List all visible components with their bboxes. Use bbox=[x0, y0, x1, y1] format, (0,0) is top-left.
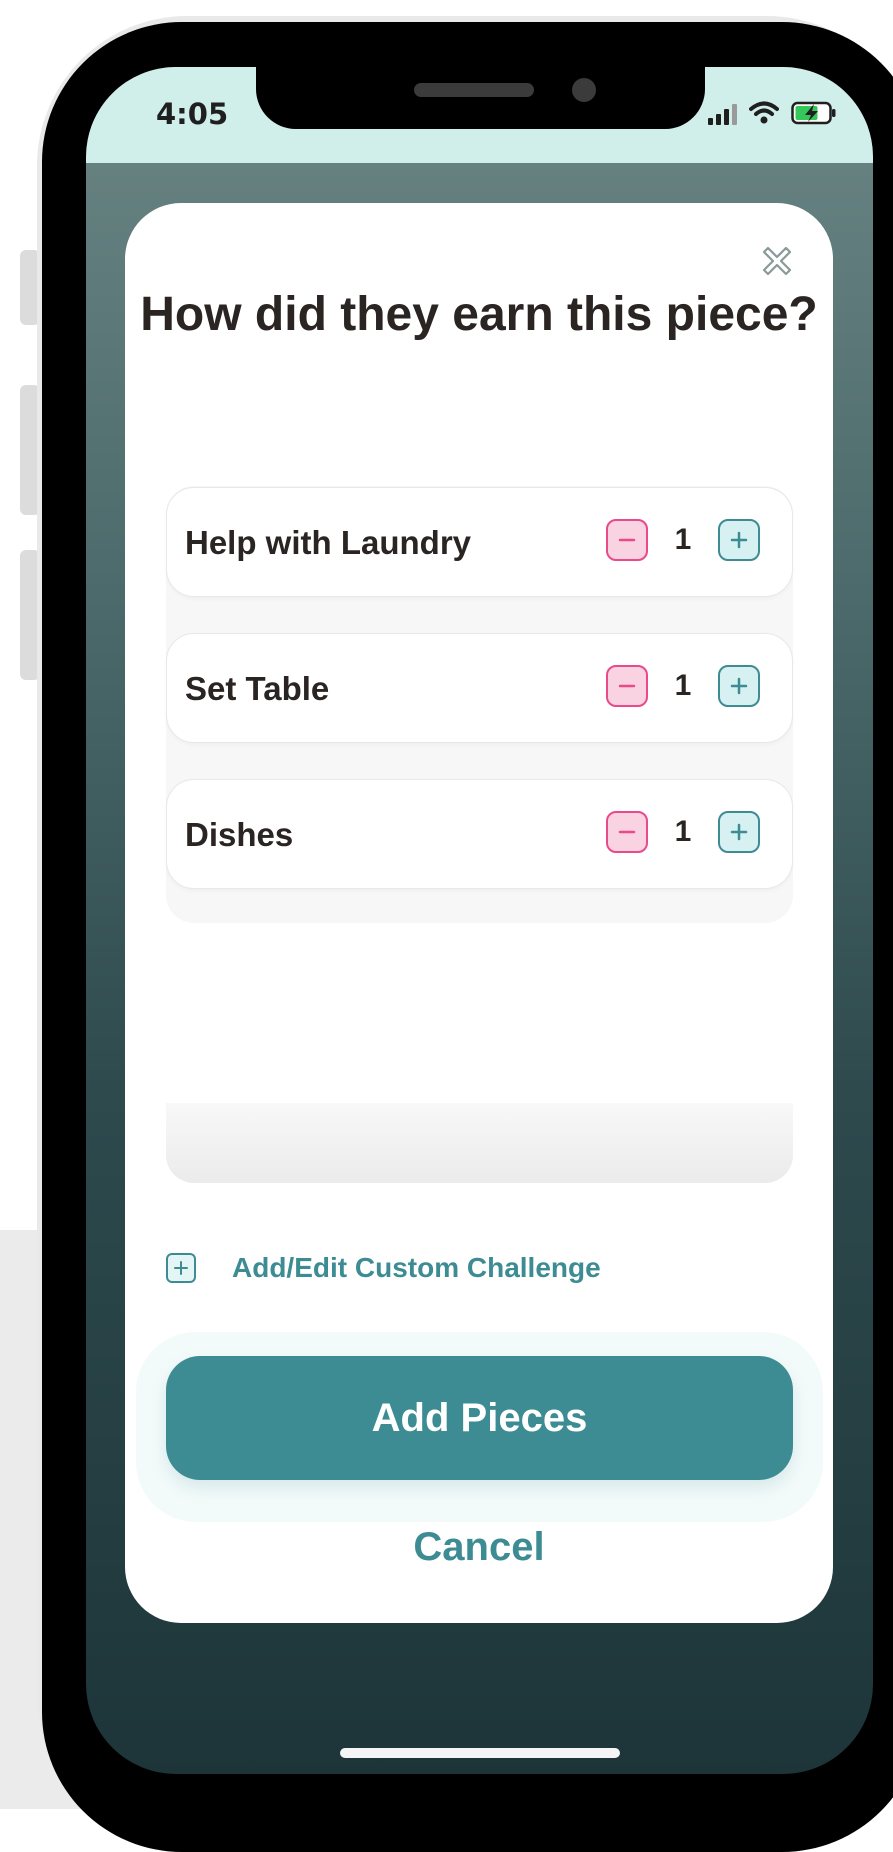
quantity-stepper: 1 bbox=[606, 665, 760, 707]
increment-button[interactable] bbox=[718, 811, 760, 853]
add-pieces-button[interactable]: Add Pieces bbox=[166, 1356, 793, 1480]
quantity-stepper: 1 bbox=[606, 519, 760, 561]
quantity-value: 1 bbox=[674, 523, 692, 556]
quantity-stepper: 1 bbox=[606, 811, 760, 853]
challenge-list-fade bbox=[166, 1103, 793, 1183]
increment-button[interactable] bbox=[718, 519, 760, 561]
plus-icon bbox=[730, 677, 748, 695]
challenge-row-set-table: Set Table 1 bbox=[166, 633, 793, 743]
home-indicator[interactable] bbox=[340, 1748, 620, 1758]
modal-title: How did they earn this piece? bbox=[140, 288, 818, 341]
notch bbox=[256, 67, 705, 129]
quantity-value: 1 bbox=[674, 669, 692, 702]
decrement-button[interactable] bbox=[606, 665, 648, 707]
battery-charging-icon bbox=[791, 101, 836, 125]
plus-icon bbox=[730, 531, 748, 549]
decrement-button[interactable] bbox=[606, 519, 648, 561]
minus-icon bbox=[618, 830, 636, 834]
wifi-icon bbox=[749, 101, 779, 124]
increment-button[interactable] bbox=[718, 665, 760, 707]
cellular-signal-icon bbox=[708, 103, 737, 125]
add-custom-challenge-link[interactable]: Add/Edit Custom Challenge bbox=[166, 1252, 601, 1284]
quantity-value: 1 bbox=[674, 815, 692, 848]
challenge-label: Help with Laundry bbox=[185, 524, 472, 561]
front-camera bbox=[572, 78, 596, 102]
close-icon[interactable] bbox=[758, 242, 796, 280]
minus-icon bbox=[618, 538, 636, 542]
plus-icon bbox=[730, 823, 748, 841]
status-time: 4:05 bbox=[156, 97, 229, 131]
minus-icon bbox=[618, 684, 636, 688]
challenge-label: Set Table bbox=[185, 670, 330, 707]
add-square-icon bbox=[166, 1253, 196, 1283]
cancel-button[interactable]: Cancel bbox=[125, 1525, 833, 1570]
challenge-row-laundry: Help with Laundry 1 bbox=[166, 487, 793, 597]
challenge-label: Dishes bbox=[185, 816, 294, 853]
status-icons bbox=[708, 101, 837, 125]
decrement-button[interactable] bbox=[606, 811, 648, 853]
speaker-grille bbox=[414, 83, 534, 97]
custom-challenge-label: Add/Edit Custom Challenge bbox=[232, 1252, 601, 1283]
challenge-row-dishes: Dishes 1 bbox=[166, 779, 793, 889]
